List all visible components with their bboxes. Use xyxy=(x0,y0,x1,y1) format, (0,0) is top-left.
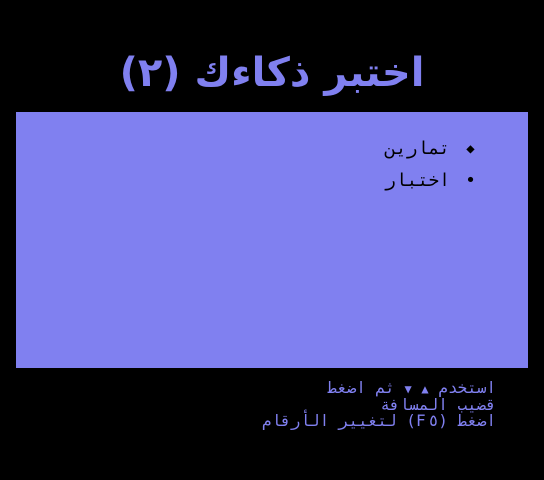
instruction-line-3: اضغط (F٥) لتغيير الأرقام xyxy=(261,411,496,430)
up-arrow-icon: ▲ xyxy=(421,382,429,396)
menu-panel: ◆ تمارين • اختبار xyxy=(16,112,528,368)
instructions: استخدم ▲ ▼ ثم اضغط قضيب المسافة اضغط (F٥… xyxy=(262,380,496,429)
down-arrow-icon: ▼ xyxy=(404,382,412,396)
menu-item-exercises[interactable]: ◆ تمارين xyxy=(385,138,480,159)
selection-diamond-icon: ◆ xyxy=(466,140,478,157)
menu-item-test[interactable]: • اختبار xyxy=(385,170,480,191)
menu-item-label: اختبار xyxy=(384,170,450,191)
menu-item-label: تمارين xyxy=(384,138,450,159)
page-title: اختبر ذكاءك (٢) xyxy=(119,50,425,96)
bullet-icon: • xyxy=(465,169,479,191)
